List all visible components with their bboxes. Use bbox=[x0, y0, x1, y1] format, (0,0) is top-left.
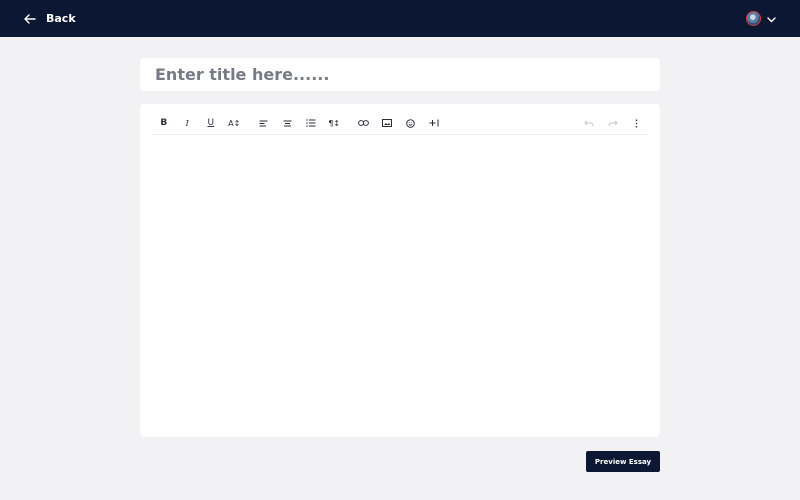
more-options-button[interactable] bbox=[625, 113, 649, 133]
align-center-icon bbox=[283, 120, 292, 126]
image-button[interactable] bbox=[376, 113, 400, 133]
arrow-left-icon bbox=[24, 13, 36, 24]
italic-label: I bbox=[185, 118, 189, 128]
font-size-label: A↕ bbox=[228, 118, 241, 128]
insert-button[interactable] bbox=[423, 113, 447, 133]
font-size-button[interactable]: A↕ bbox=[223, 113, 247, 133]
preview-essay-button[interactable]: Preview Essay bbox=[586, 451, 660, 472]
italic-button[interactable]: I bbox=[176, 113, 200, 133]
undo-button[interactable] bbox=[578, 113, 602, 133]
more-vertical-icon bbox=[635, 118, 638, 128]
plus-icon bbox=[429, 119, 439, 127]
title-input[interactable] bbox=[155, 65, 660, 84]
avatar[interactable] bbox=[746, 11, 761, 26]
link-button[interactable] bbox=[352, 113, 376, 133]
align-left-icon bbox=[259, 120, 268, 126]
align-left-button[interactable] bbox=[252, 113, 276, 133]
image-icon bbox=[382, 119, 393, 127]
essay-body-editor[interactable] bbox=[152, 140, 648, 430]
user-menu[interactable] bbox=[746, 10, 776, 28]
title-card bbox=[140, 58, 660, 91]
numbered-list-icon bbox=[306, 119, 316, 127]
underline-label: U bbox=[207, 118, 215, 128]
paragraph-button[interactable]: ¶↕ bbox=[323, 113, 347, 133]
chevron-down-icon[interactable] bbox=[767, 10, 776, 28]
align-center-button[interactable] bbox=[276, 113, 300, 133]
editor-toolbar: B I U A↕ ¶↕ bbox=[152, 112, 648, 135]
editor-card: B I U A↕ ¶↕ bbox=[140, 104, 660, 437]
link-icon bbox=[358, 120, 370, 126]
undo-icon bbox=[584, 120, 594, 126]
back-button[interactable]: Back bbox=[24, 12, 76, 25]
bold-button[interactable]: B bbox=[152, 113, 176, 133]
emoji-button[interactable] bbox=[399, 113, 423, 133]
back-label: Back bbox=[46, 12, 76, 25]
top-nav-bar: Back bbox=[0, 0, 800, 37]
redo-icon bbox=[608, 120, 618, 126]
list-button[interactable] bbox=[299, 113, 323, 133]
bold-label: B bbox=[160, 118, 168, 128]
paragraph-label: ¶↕ bbox=[328, 118, 341, 128]
underline-button[interactable]: U bbox=[199, 113, 223, 133]
redo-button[interactable] bbox=[601, 113, 625, 133]
emoji-icon bbox=[406, 118, 416, 128]
